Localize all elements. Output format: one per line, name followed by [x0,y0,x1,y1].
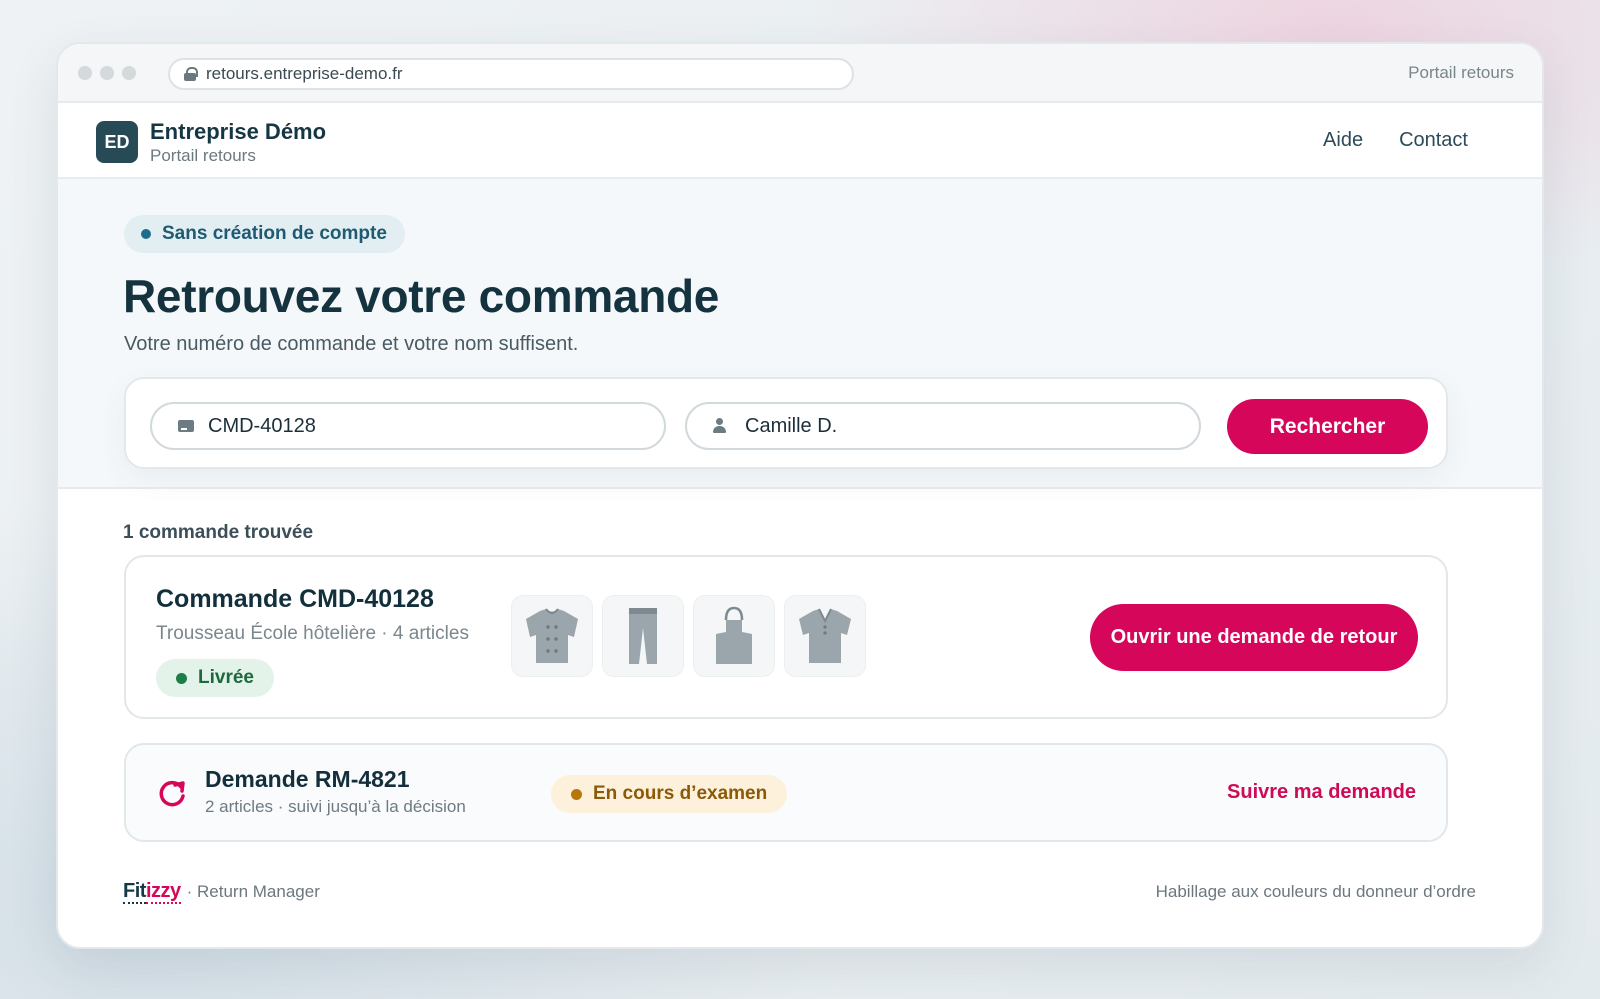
track-request-link[interactable]: Suivre ma demande [1227,781,1416,804]
item-thumbnail [784,595,866,677]
request-subtitle: 2 articles · suivi jusqu’à la décision [205,797,466,816]
browser-chrome: retours.entreprise-demo.fr Portail retou… [58,44,1542,103]
order-title: Commande CMD-40128 [156,585,434,613]
company-logo[interactable]: ED [96,121,138,163]
url-text: retours.entreprise-demo.fr [206,64,403,83]
window-controls [78,66,136,80]
address-bar[interactable]: retours.entreprise-demo.fr [168,58,854,90]
app-header: ED Entreprise Démo Portail retours Aide … [58,103,1542,179]
refresh-icon [159,780,185,807]
browser-window: retours.entreprise-demo.fr Portail retou… [56,42,1544,949]
order-card: Commande CMD-40128 Trousseau École hôtel… [124,555,1448,719]
return-request-card: Demande RM-4821 2 articles · suivi jusqu… [124,743,1448,842]
search-form: CMD-40128 Camille D. Rechercher [124,377,1448,469]
id-card-icon [178,420,194,432]
item-thumbnail [693,595,775,677]
order-subtitle: Trousseau École hôtelière · 4 articles [156,623,469,644]
window-dot[interactable] [78,66,92,80]
window-dot[interactable] [100,66,114,80]
footer-brand: Fitizzy · Return Manager [123,880,320,904]
top-nav: Aide Contact [1323,129,1468,152]
status-badge: Livrée [156,659,274,697]
window-dot[interactable] [122,66,136,80]
user-icon [713,418,731,434]
order-items [511,595,866,677]
search-hero: Sans création de compte Retrouvez votre … [58,179,1542,489]
nav-help-link[interactable]: Aide [1323,129,1363,152]
order-number-input[interactable]: CMD-40128 [150,402,666,450]
request-title: Demande RM-4821 [205,766,410,792]
page-subtitle: Votre numéro de commande et votre nom su… [124,333,579,355]
tab-label: Portail retours [1408,63,1514,82]
nav-contact-link[interactable]: Contact [1399,129,1468,152]
apron-icon [716,606,752,664]
chef-jacket-icon [526,608,578,663]
item-thumbnail [602,595,684,677]
footer-tagline: · Return Manager [186,882,320,901]
lock-icon [184,67,198,81]
customer-name-input[interactable]: Camille D. [685,402,1201,450]
no-account-badge: Sans création de compte [124,215,405,253]
trousers-icon [629,608,657,664]
page-title: Retrouvez votre commande [123,270,720,322]
search-button[interactable]: Rechercher [1227,399,1428,454]
item-thumbnail [511,595,593,677]
order-number-value: CMD-40128 [208,414,316,437]
open-return-request-button[interactable]: Ouvrir une demande de retour [1090,604,1418,671]
request-status-badge: En cours d’examen [551,775,788,813]
footer-note: Habillage aux couleurs du donneur d’ordr… [1155,882,1476,901]
company-name: Entreprise Démo [150,119,327,144]
results-count: 1 commande trouvée [123,522,314,543]
portal-name: Portail retours [150,146,256,165]
fitizzy-logo[interactable]: Fitizzy [123,880,181,904]
customer-name-value: Camille D. [745,414,838,437]
tunic-icon [799,608,851,663]
